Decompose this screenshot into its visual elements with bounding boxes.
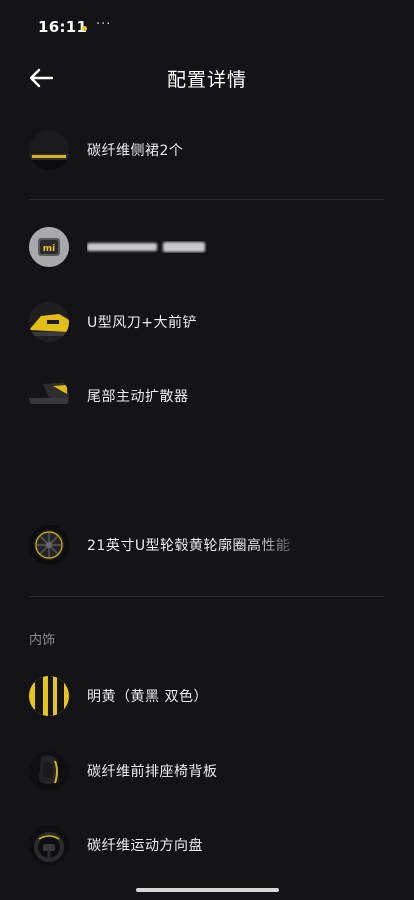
divider [29,596,384,597]
svg-text:mi: mi [43,244,55,254]
xiaomi-badge-thumb: mi [29,227,69,267]
list-item[interactable]: mi [0,217,414,277]
list-item[interactable]: 明黄（黄黑 双色） [0,666,414,726]
page-title: 配置详情 [166,69,247,91]
front-splitter-thumb [29,302,69,342]
steering-wheel-thumb [29,825,69,865]
carbon-side-skirt-thumb [29,130,69,170]
list-item[interactable]: 尾部主动扩散器 [0,366,414,426]
seat-back-thumb [29,751,69,791]
wheel-thumb [29,525,69,565]
item-label: 碳纤维前排座椅背板 [87,764,218,780]
item-label: 明黄（黄黑 双色） [87,689,208,705]
status-time: 16:11 [38,18,88,36]
item-label: 碳纤维运动方向盘 [87,838,203,854]
header: 配置详情 [0,56,414,100]
item-label: U型风刀+大前铲 [87,315,197,331]
item-label: 碳纤维侧裙2个 [87,143,184,159]
item-label: 21英寸U型轮毂黄轮廓圈高性能 [87,538,291,554]
notification-dot-icon [82,26,87,31]
list-item[interactable]: 21英寸U型轮毂黄轮廓圈高性能 [0,515,414,575]
blurred-label [87,242,205,252]
yellow-black-stripe-thumb [29,676,69,716]
list-item[interactable]: 碳纤维前排座椅背板 [0,741,414,801]
rear-diffuser-thumb [29,376,69,416]
section-title-interior: 内饰 [29,633,56,648]
item-label: 尾部主动扩散器 [87,389,189,405]
list-item[interactable]: U型风刀+大前铲 [0,292,414,352]
status-more-icon: ··· [96,17,112,32]
list-item[interactable]: 碳纤维运动方向盘 [0,815,414,875]
home-indicator[interactable] [136,888,279,892]
divider [29,199,384,200]
status-bar: 16:11 ··· [0,0,414,56]
list-item[interactable]: 碳纤维侧裙2个 [0,120,414,180]
